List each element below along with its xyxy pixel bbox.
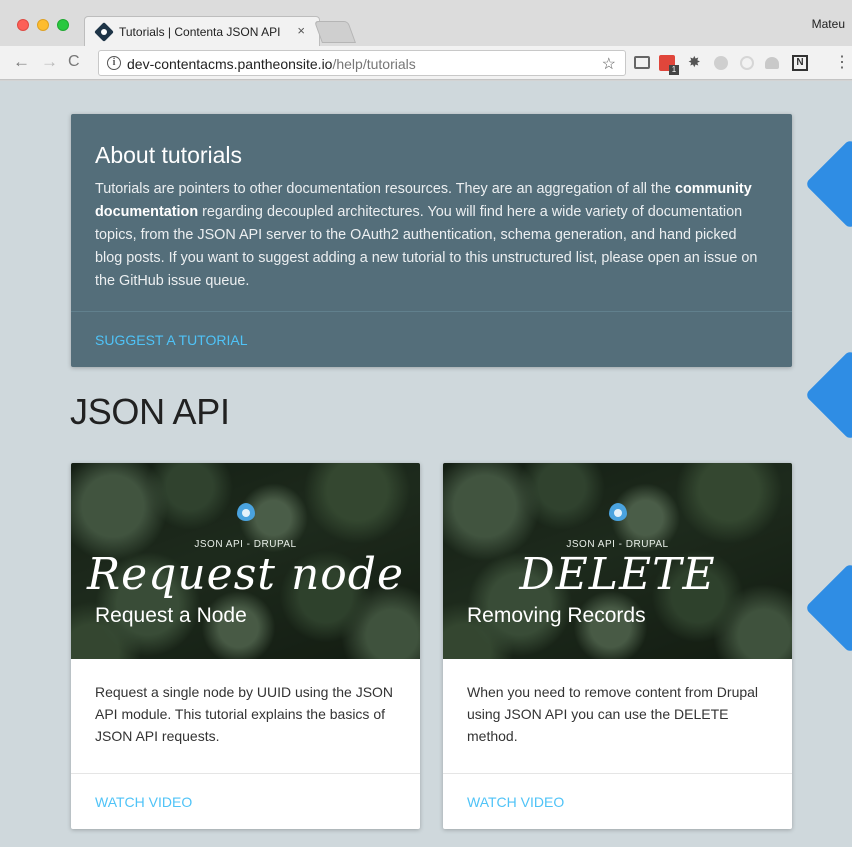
about-divider — [71, 311, 792, 312]
cast-icon[interactable] — [634, 56, 650, 69]
forward-arrow-icon[interactable]: → — [41, 52, 58, 72]
browser-titlebar: Tutorials | Contenta JSON API × Mateu — [0, 0, 852, 46]
maximize-window-button[interactable] — [57, 19, 69, 31]
card-divider — [443, 773, 792, 774]
drupal-drop-icon — [237, 503, 255, 521]
address-url[interactable]: dev-contentacms.pantheonsite.io/help/tut… — [127, 56, 416, 72]
contenta-favicon-icon — [94, 22, 114, 42]
card-description: When you need to remove content from Dru… — [467, 684, 759, 744]
card-title: Request a Node — [95, 604, 247, 627]
card-description: Request a single node by UUID using the … — [95, 684, 394, 744]
extension-ring-icon[interactable] — [740, 56, 754, 70]
url-host: dev-contentacms.pantheonsite.io — [127, 56, 333, 72]
watch-video-link[interactable]: WATCH VIDEO — [95, 794, 192, 810]
card-thumbnail[interactable]: JSON API - DRUPAL DELETE Removing Record… — [443, 463, 792, 659]
tutorial-card-request-node[interactable]: JSON API - DRUPAL Request node Request a… — [71, 463, 420, 829]
side-marker-diamond — [804, 349, 852, 441]
about-tutorials-card: About tutorials Tutorials are pointers t… — [71, 114, 792, 367]
close-window-button[interactable] — [17, 19, 29, 31]
section-heading: JSON API — [70, 391, 230, 432]
card-script-title: Request node — [87, 549, 404, 600]
new-tab-button[interactable] — [313, 21, 357, 43]
card-thumbnail[interactable]: JSON API - DRUPAL Request node Request a… — [71, 463, 420, 659]
bookmark-star-icon[interactable]: ☆ — [602, 54, 616, 74]
site-info-icon[interactable]: i — [107, 56, 121, 70]
url-path: /help/tutorials — [332, 56, 416, 72]
card-divider — [71, 773, 420, 774]
side-marker-diamond — [804, 562, 852, 654]
drupal-drop-icon — [609, 503, 627, 521]
suggest-tutorial-link[interactable]: SUGGEST A TUTORIAL — [95, 332, 248, 348]
browser-menu-icon[interactable]: ⋮ — [834, 52, 850, 72]
reload-icon[interactable]: C — [68, 53, 80, 71]
extension-gear-icon[interactable]: ✸ — [688, 53, 701, 71]
extension-badge-icon[interactable] — [659, 55, 679, 75]
about-description: Tutorials are pointers to other document… — [95, 178, 767, 293]
address-bar[interactable]: i dev-contentacms.pantheonsite.io/help/t… — [98, 50, 626, 76]
extension-grey-icon[interactable] — [714, 56, 728, 70]
tab-title: Tutorials | Contenta JSON API — [119, 25, 281, 39]
tutorial-card-delete[interactable]: JSON API - DRUPAL DELETE Removing Record… — [443, 463, 792, 829]
about-title: About tutorials — [95, 142, 243, 168]
card-title: Removing Records — [467, 604, 646, 627]
page-content: About tutorials Tutorials are pointers t… — [0, 81, 852, 847]
watch-video-link[interactable]: WATCH VIDEO — [467, 794, 564, 810]
card-script-title: DELETE — [519, 549, 716, 600]
side-marker-diamond — [804, 138, 852, 230]
notion-extension-icon[interactable]: N — [792, 55, 808, 71]
profile-name[interactable]: Mateu — [812, 17, 845, 31]
about-text-before: Tutorials are pointers to other document… — [95, 181, 675, 197]
tab-close-icon[interactable]: × — [297, 23, 305, 38]
extension-cloud-icon[interactable] — [765, 57, 779, 69]
back-arrow-icon[interactable]: ← — [13, 52, 30, 72]
browser-toolbar: ← → C i dev-contentacms.pantheonsite.io/… — [0, 46, 852, 80]
minimize-window-button[interactable] — [37, 19, 49, 31]
browser-tab-active[interactable]: Tutorials | Contenta JSON API × — [84, 16, 320, 46]
